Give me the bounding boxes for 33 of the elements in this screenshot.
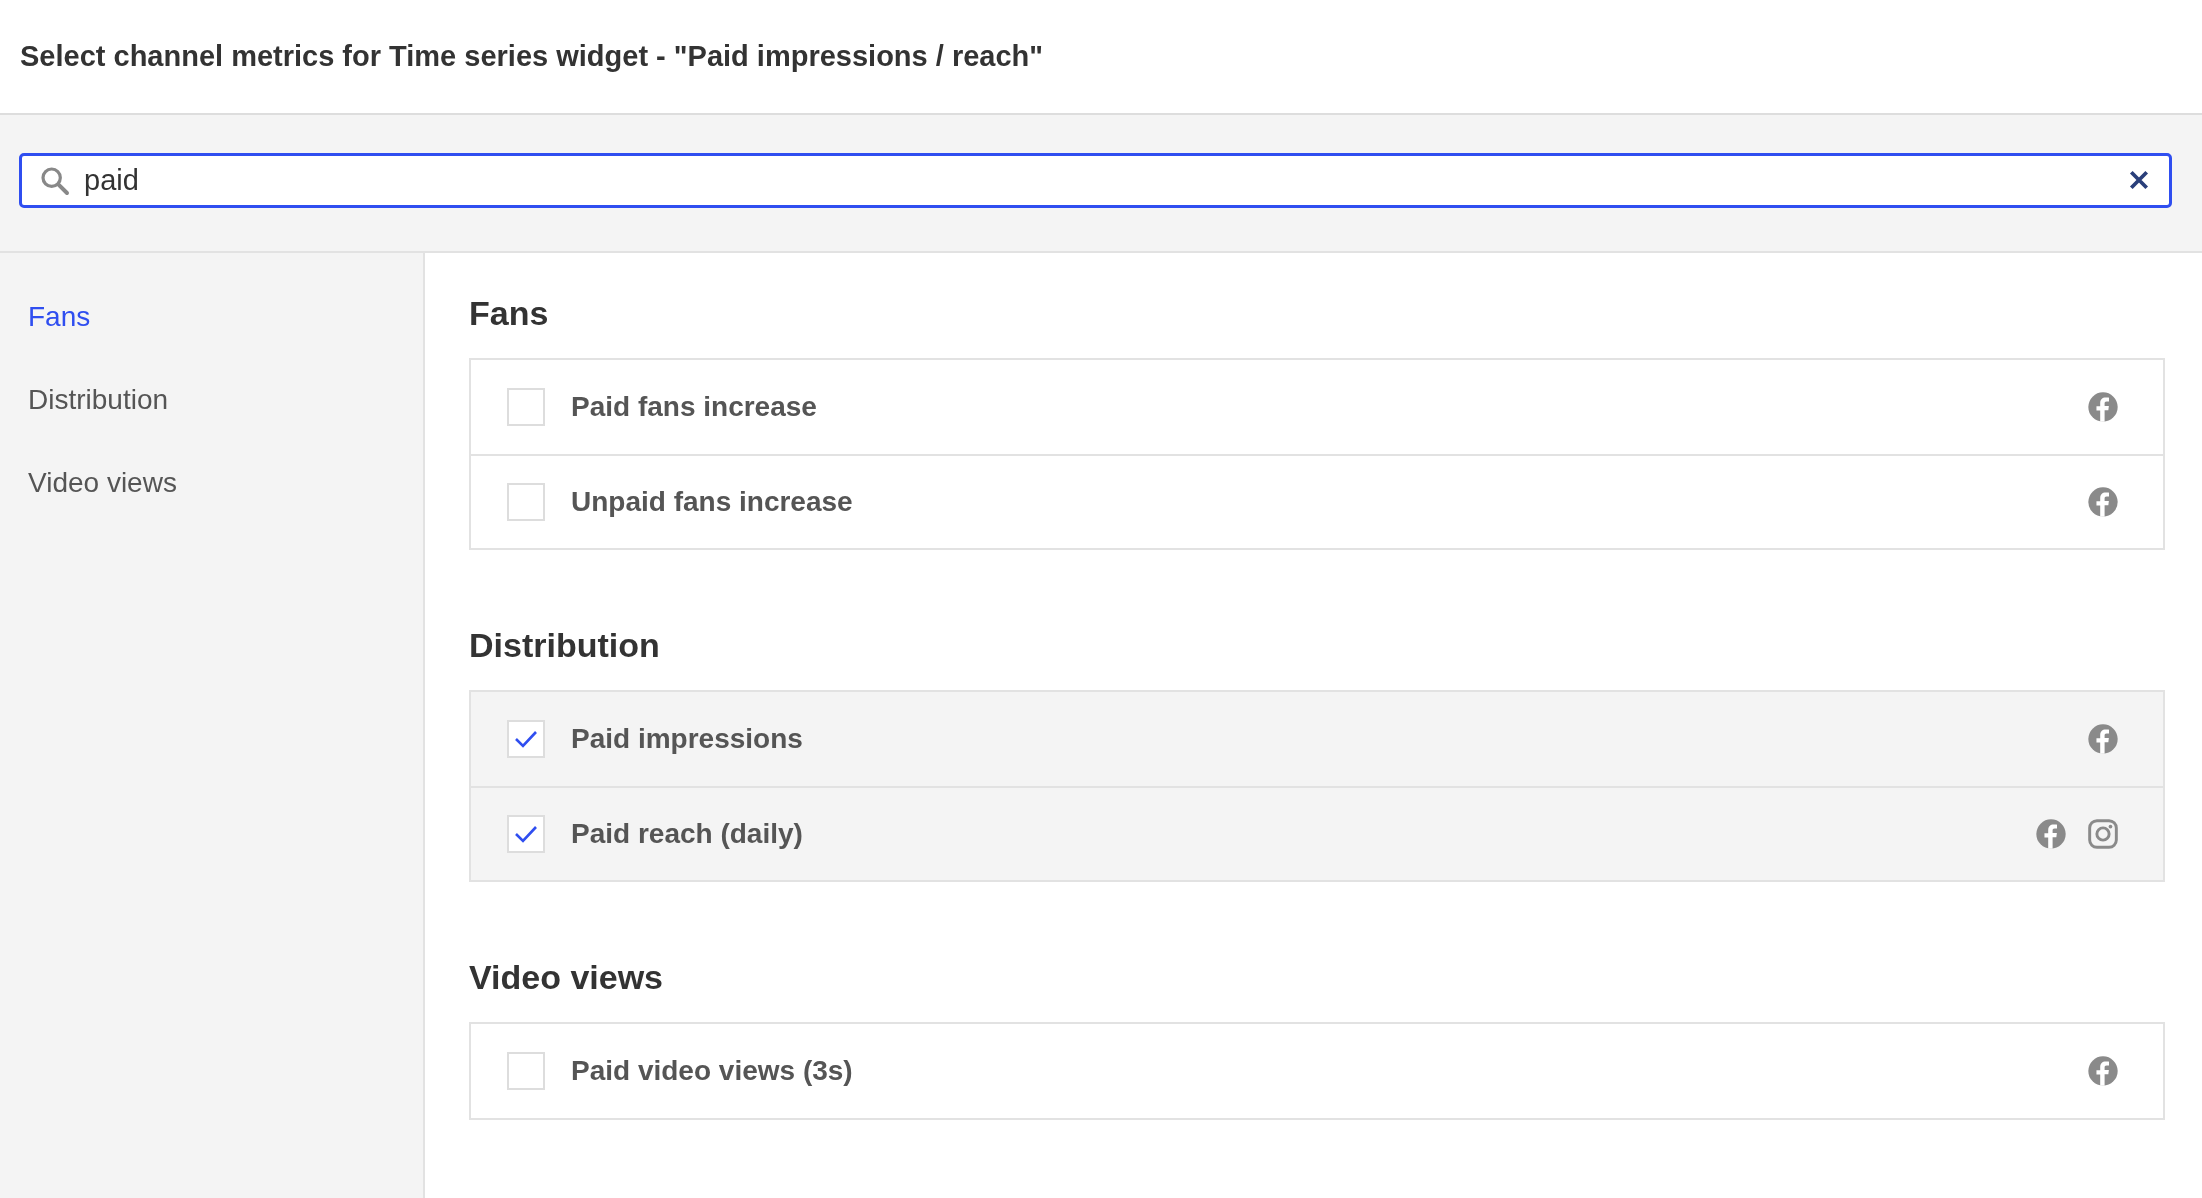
section-heading: Video views — [469, 957, 665, 998]
facebook-icon — [2035, 818, 2067, 850]
metric-row[interactable]: Paid reach (daily) — [471, 786, 2163, 880]
sidebar-item[interactable]: Distribution — [0, 383, 423, 466]
facebook-icon — [2087, 391, 2119, 423]
metric-row[interactable]: Paid video views (3s) — [471, 1024, 2163, 1118]
section-heading: Distribution — [469, 625, 661, 666]
checkbox[interactable] — [507, 483, 545, 521]
check-icon — [514, 824, 538, 844]
metric-label: Paid video views (3s) — [571, 1054, 854, 1088]
facebook-icon — [2087, 1055, 2119, 1087]
metric-row[interactable]: Paid impressions — [471, 692, 2163, 786]
search-field[interactable]: paid — [19, 153, 2172, 208]
metric-label: Paid reach (daily) — [571, 817, 804, 851]
facebook-icon — [2087, 486, 2119, 518]
metric-label: Paid impressions — [571, 722, 804, 756]
checkbox[interactable] — [507, 720, 545, 758]
checkbox[interactable] — [507, 1052, 545, 1090]
section-heading: Fans — [469, 293, 550, 334]
metric-row[interactable]: Unpaid fans increase — [471, 454, 2163, 548]
sidebar-item[interactable]: Fans — [0, 300, 423, 383]
metric-label: Unpaid fans increase — [571, 485, 854, 519]
instagram-icon — [2087, 818, 2119, 850]
check-icon — [514, 729, 538, 749]
dialog-title: Select channel metrics for Time series widget - "Paid impressions / reach" — [20, 38, 1043, 74]
search-icon — [39, 165, 71, 197]
checkbox[interactable] — [507, 388, 545, 426]
facebook-icon — [2087, 723, 2119, 755]
metric-label: Paid fans increase — [571, 390, 818, 424]
metric-row[interactable]: Paid fans increase — [471, 360, 2163, 454]
sidebar-item[interactable]: Video views — [0, 466, 423, 549]
checkbox[interactable] — [507, 815, 545, 853]
clear-button[interactable] — [2128, 169, 2150, 191]
